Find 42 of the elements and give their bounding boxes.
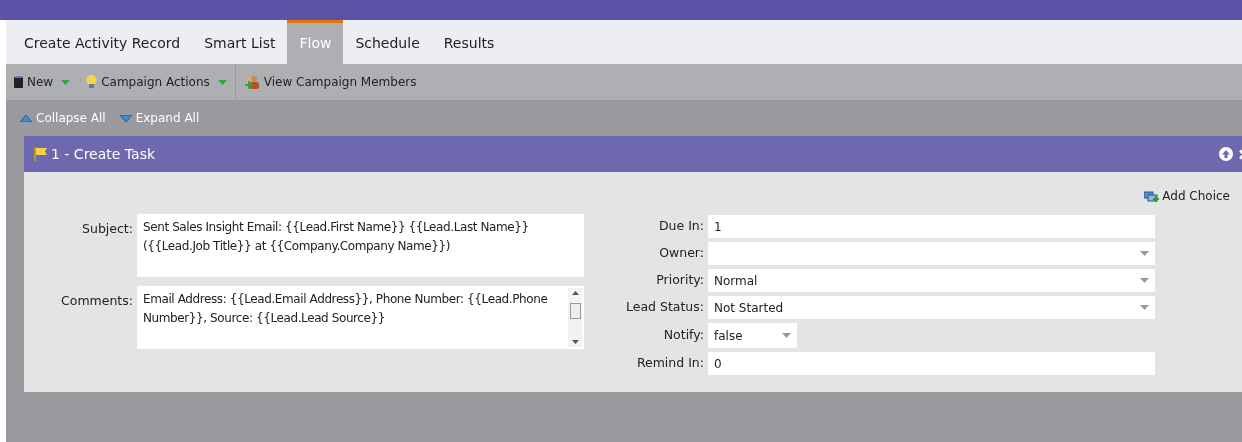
tab[interactable]: Results <box>431 20 507 64</box>
field-label: Owner: <box>658 244 705 263</box>
flag-icon <box>34 147 47 161</box>
dropdown[interactable]: Not Started <box>708 296 1155 319</box>
tab[interactable]: Create Activity Record <box>12 20 193 64</box>
field-label: Priority: <box>655 271 705 290</box>
tab[interactable]: Smart List <box>192 20 288 64</box>
add-choice-button[interactable]: Add Choice <box>1144 187 1230 205</box>
caret-icon <box>1140 278 1149 283</box>
scroll-thumb[interactable] <box>569 302 581 319</box>
scrollbar[interactable] <box>568 288 582 347</box>
collapse-icon <box>20 114 32 122</box>
caret-icon <box>61 79 71 85</box>
caret-icon <box>1140 251 1149 256</box>
document-icon <box>14 76 23 88</box>
input-field[interactable]: 1 <box>708 215 1155 238</box>
toolbar-button[interactable]: New <box>6 64 79 100</box>
add-choice-icon <box>1144 189 1160 203</box>
lightbulb-icon <box>86 75 98 89</box>
tab[interactable]: Schedule <box>343 20 432 64</box>
field-label: Lead Status: <box>624 298 705 317</box>
toolbar-button[interactable]: View Campaign Members <box>235 64 425 100</box>
scroll-down-icon[interactable] <box>571 340 579 344</box>
input-field[interactable]: 0 <box>708 352 1155 375</box>
field-label: Remind In: <box>635 354 705 373</box>
dropdown[interactable]: false <box>708 323 797 348</box>
field-label: Due In: <box>657 217 705 236</box>
people-icon <box>243 75 260 89</box>
text-area[interactable]: Email Address: {{Lead.Email Address}}, Phone Number: {{Lead.Phone Number}}, Source: {{Lead.Lead Source}} <box>137 286 584 349</box>
move-up-icon[interactable] <box>1219 147 1233 161</box>
scroll-up-icon[interactable] <box>571 291 579 295</box>
caret-icon <box>782 333 791 338</box>
field-label: Comments: <box>60 292 134 310</box>
expand-icon <box>119 114 132 122</box>
toolbar-button[interactable]: Campaign Actions <box>78 64 235 100</box>
caret-icon <box>1140 305 1149 310</box>
step-title: 1 - Create Task <box>51 144 156 164</box>
text-area[interactable]: Sent Sales Insight Email: {{Lead.First Name}} {{Lead.Last Name}} ({{Lead.Job Title}} at {{Company.Company Name}}) <box>137 214 584 277</box>
dropdown[interactable]: Normal <box>708 269 1155 292</box>
caret-icon <box>217 79 227 85</box>
field-label: Subject: <box>81 220 134 238</box>
field-label: Notify: <box>662 326 705 345</box>
